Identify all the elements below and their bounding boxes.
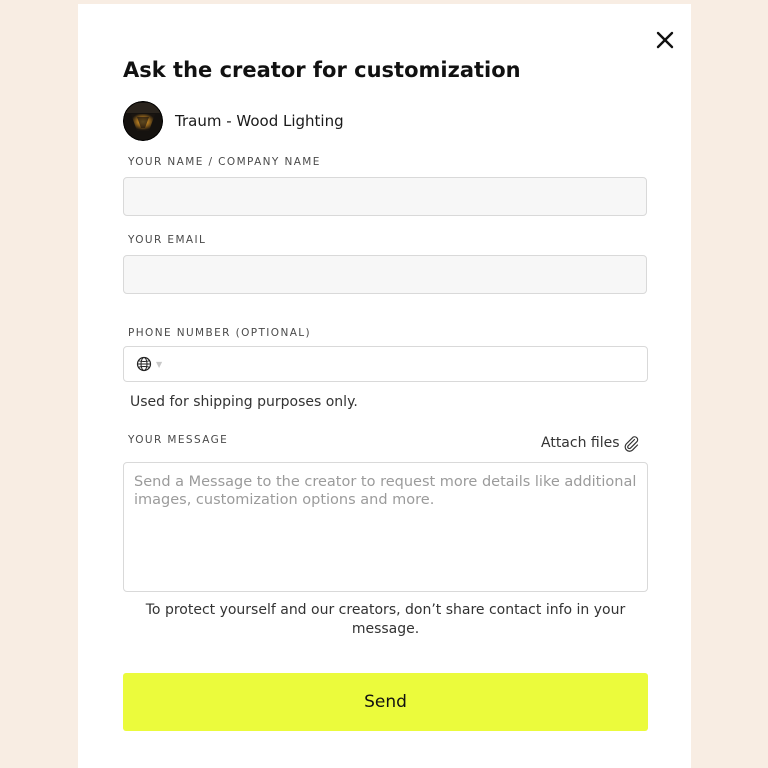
creator-info: Traum - Wood Lighting bbox=[123, 101, 344, 141]
email-input[interactable] bbox=[123, 255, 647, 294]
name-label: YOUR NAME / COMPANY NAME bbox=[128, 156, 321, 168]
country-code-select[interactable]: ▼ bbox=[124, 347, 168, 381]
paperclip-icon bbox=[624, 436, 638, 452]
close-icon bbox=[656, 31, 674, 49]
message-textarea[interactable] bbox=[123, 462, 648, 592]
email-label: YOUR EMAIL bbox=[128, 234, 207, 246]
creator-name: Traum - Wood Lighting bbox=[175, 112, 344, 130]
phone-helper-text: Used for shipping purposes only. bbox=[130, 394, 358, 410]
attach-files-button[interactable]: Attach files bbox=[541, 434, 640, 452]
modal-title: Ask the creator for customization bbox=[123, 58, 521, 82]
privacy-notice: To protect yourself and our creators, do… bbox=[145, 602, 626, 637]
phone-label: PHONE NUMBER (OPTIONAL) bbox=[128, 327, 312, 339]
name-input[interactable] bbox=[123, 177, 647, 216]
message-label: YOUR MESSAGE bbox=[128, 434, 229, 446]
phone-input[interactable] bbox=[168, 346, 647, 382]
customization-modal: Ask the creator for customization Traum … bbox=[78, 4, 691, 768]
send-button[interactable]: Send bbox=[123, 673, 648, 731]
close-button[interactable] bbox=[653, 28, 677, 52]
creator-avatar bbox=[123, 101, 163, 141]
chevron-down-icon: ▼ bbox=[156, 359, 163, 369]
phone-field: ▼ bbox=[123, 346, 648, 382]
globe-icon bbox=[136, 356, 152, 372]
attach-files-label: Attach files bbox=[541, 435, 620, 451]
